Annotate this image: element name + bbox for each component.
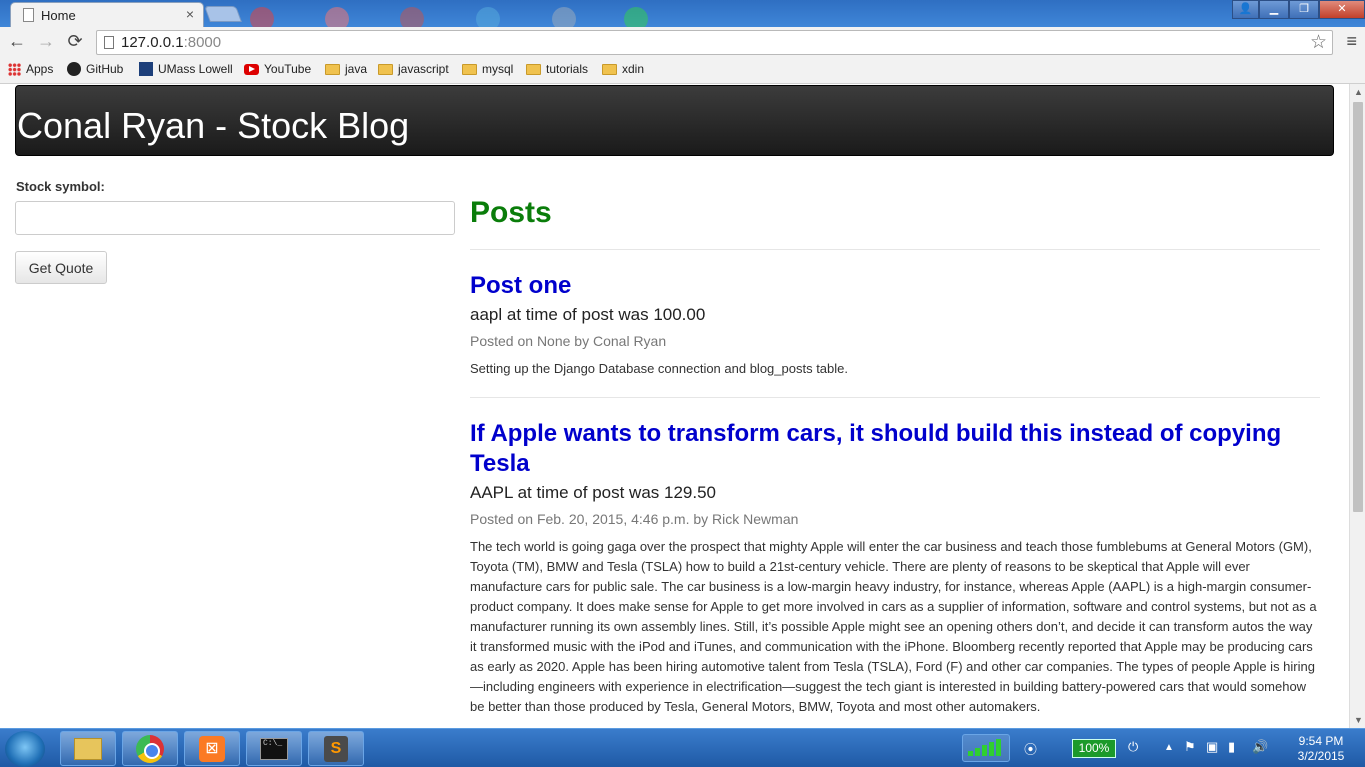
back-icon[interactable]: ← <box>6 31 28 52</box>
desktop-blur-icon <box>250 7 274 27</box>
post-title-link[interactable]: Post one <box>470 271 1320 301</box>
site-title: Conal Ryan - Stock Blog <box>17 105 410 146</box>
bookmark-folder-javascript[interactable]: javascript <box>378 62 449 76</box>
taskbar-sublime[interactable]: S <box>308 731 364 766</box>
post-item: Post one aapl at time of post was 100.00… <box>470 250 1320 397</box>
maximize-button[interactable]: ❐ <box>1289 0 1319 19</box>
reload-icon[interactable]: ⟳ <box>64 31 86 52</box>
network-signal-icon[interactable] <box>962 734 1010 762</box>
battery-indicator[interactable]: 100% <box>1072 739 1116 758</box>
folder-icon <box>378 63 393 75</box>
tab-home[interactable]: Home × <box>10 2 204 27</box>
umass-lowell-icon <box>139 62 153 76</box>
bookmark-folder-java[interactable]: java <box>325 62 367 76</box>
post-meta: Posted on Feb. 20, 2015, 4:46 p.m. by Ri… <box>470 511 799 527</box>
show-hidden-icons-icon[interactable]: ▲ <box>1164 742 1174 753</box>
device-icon[interactable]: ▣ <box>1206 739 1218 755</box>
stock-symbol-input[interactable] <box>15 201 455 235</box>
folder-icon <box>462 63 477 75</box>
bookmark-umass-lowell[interactable]: UMass Lowell <box>139 62 233 76</box>
scroll-down-icon[interactable]: ▼ <box>1354 715 1363 725</box>
stock-symbol-label: Stock symbol: <box>16 179 105 194</box>
start-button[interactable] <box>5 731 45 767</box>
bookmark-star-icon[interactable]: ☆ <box>1310 31 1327 54</box>
sublime-text-icon: S <box>324 735 348 762</box>
xampp-icon: ⊠ <box>199 735 225 762</box>
chrome-icon <box>136 734 164 763</box>
post-body: Setting up the Django Database connectio… <box>470 361 848 376</box>
minimize-button[interactable]: ▁ <box>1259 0 1289 19</box>
close-window-button[interactable]: ✕ <box>1319 0 1365 19</box>
explorer-icon <box>74 737 102 760</box>
post-body: The tech world is going gaga over the pr… <box>470 539 1317 714</box>
browser-toolbar: ← → ⟳ 127.0.0.1:8000 ☆ ≡ <box>0 27 1365 58</box>
network-bars-icon[interactable]: ▮ <box>1228 739 1235 755</box>
tab-close-icon[interactable]: × <box>186 6 194 22</box>
post-meta: Posted on None by Conal Ryan <box>470 333 667 349</box>
folder-icon <box>526 63 541 75</box>
volume-icon[interactable]: 🔊 <box>1252 739 1268 755</box>
power-plug-icon[interactable]: ⏻ <box>1128 739 1138 755</box>
page-favicon-icon <box>23 8 34 22</box>
bookmark-folder-mysql[interactable]: mysql <box>462 62 513 76</box>
address-bar[interactable]: 127.0.0.1:8000 ☆ <box>96 30 1333 55</box>
folder-icon <box>325 63 340 75</box>
post-title-link[interactable]: If Apple wants to transform cars, it sho… <box>470 419 1320 479</box>
taskbar-xampp[interactable]: ⊠ <box>184 731 240 766</box>
wireless-icon[interactable]: ⦿ <box>1024 739 1037 758</box>
bookmark-github[interactable]: GitHub <box>67 62 123 76</box>
scroll-up-icon[interactable]: ▲ <box>1354 87 1363 97</box>
bookmark-folder-tutorials[interactable]: tutorials <box>526 62 588 76</box>
apps-grid-icon <box>8 62 21 76</box>
taskbar-cmd[interactable]: C:\_ <box>246 731 302 766</box>
desktop-blur-icon <box>325 7 349 27</box>
page-scrollbar[interactable]: ▲ ▼ <box>1349 84 1365 728</box>
forward-icon[interactable]: → <box>35 31 57 52</box>
bookmarks-bar: Apps GitHub UMass Lowell YouTube java ja… <box>0 58 1365 84</box>
clock-date: 3/2/2015 <box>1297 749 1345 763</box>
post-price: AAPL at time of post was 129.50 <box>470 483 717 502</box>
browser-title-bar: Home × 👤 ▁ ❐ ✕ <box>0 0 1365 27</box>
desktop-blur-icon <box>552 7 576 27</box>
windows-taskbar: ⊠ C:\_ S ⦿ 100% ⏻ ▲ ⚑ ▣ ▮ 🔊 9:54 PM 3/2/… <box>0 728 1365 767</box>
user-profile-icon[interactable]: 👤 <box>1232 0 1259 19</box>
taskbar-chrome[interactable] <box>122 731 178 766</box>
bookmark-apps[interactable]: Apps <box>8 62 53 76</box>
posts-section: Posts Post one aapl at time of post was … <box>470 195 1320 728</box>
action-center-flag-icon[interactable]: ⚑ <box>1184 739 1196 755</box>
bookmark-folder-xdin[interactable]: xdin <box>602 62 644 76</box>
tab-title: Home <box>41 8 76 23</box>
desktop-blur-icon <box>624 7 648 27</box>
page-icon <box>104 36 114 49</box>
chrome-menu-icon[interactable]: ≡ <box>1346 31 1357 52</box>
taskbar-explorer[interactable] <box>60 731 116 766</box>
post-item: If Apple wants to transform cars, it sho… <box>470 398 1320 728</box>
url-text: 127.0.0.1:8000 <box>121 34 222 51</box>
youtube-icon <box>244 63 259 75</box>
cmd-icon: C:\_ <box>260 737 288 760</box>
system-clock[interactable]: 9:54 PM 3/2/2015 <box>1280 734 1362 764</box>
new-tab-button[interactable] <box>204 6 242 22</box>
window-controls: 👤 ▁ ❐ ✕ <box>1232 0 1365 20</box>
clock-time: 9:54 PM <box>1298 734 1344 748</box>
posts-heading: Posts <box>470 196 552 229</box>
site-header: Conal Ryan - Stock Blog <box>15 85 1334 156</box>
bookmark-youtube[interactable]: YouTube <box>244 62 311 76</box>
scroll-thumb[interactable] <box>1353 102 1363 512</box>
github-icon <box>67 62 81 76</box>
page-viewport: Conal Ryan - Stock Blog Stock symbol: Ge… <box>0 84 1349 728</box>
post-price: aapl at time of post was 100.00 <box>470 305 706 324</box>
get-quote-button[interactable]: Get Quote <box>15 251 107 284</box>
desktop-blur-icon <box>400 7 424 27</box>
folder-icon <box>602 63 617 75</box>
system-tray: ⦿ 100% ⏻ ▲ ⚑ ▣ ▮ 🔊 9:54 PM 3/2/2015 <box>962 732 1365 765</box>
desktop-blur-icon <box>476 7 500 27</box>
